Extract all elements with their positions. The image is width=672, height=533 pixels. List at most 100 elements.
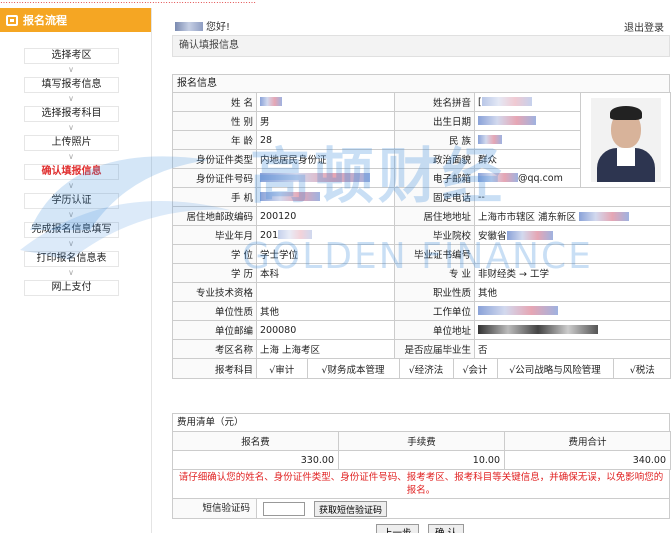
job-label: 职业性质 [394,282,475,302]
greeting-text: 您好! [206,22,231,33]
political-label: 政治面貌 [394,149,475,169]
table-row: 报考科目 √审计 √财务成本管理 √经济法 √会计 √公司战略与风险管理 √税法 [172,358,671,379]
table-row: 专业技术资格 职业性质 其他 [172,282,671,302]
step-select-subject[interactable]: 选择报考科目 [24,106,119,122]
age-value: 28 [256,130,395,150]
step-education-verify[interactable]: 学历认证 [24,193,119,209]
nation-label: 民 族 [394,130,475,150]
sidebar-title: 报名流程 [23,14,67,27]
unittype-label: 单位性质 [172,301,257,321]
step-confirm-info[interactable]: 确认填报信息 [24,164,119,180]
fee-value-registration: 330.00 [172,450,339,470]
step-print-form[interactable]: 打印报名信息表 [24,251,119,267]
applicant-photo [590,98,661,182]
addr-label: 居住地地址 [394,206,475,226]
sms-label: 短信验证码 [173,499,257,518]
nation-value [474,130,581,150]
degreeno-value [474,244,671,264]
birth-label: 出生日期 [394,111,475,131]
get-sms-code-button[interactable]: 获取短信验证码 [314,501,388,517]
table-row: 330.00 10.00 340.00 [172,450,671,470]
table-row: 学 位 学士学位 毕业证书编号 [172,244,671,264]
edu-label: 学 历 [172,263,257,283]
top-notice-text: …………………………………………………………………………………… [0,0,256,5]
course-item: √会计 [452,359,498,378]
addr-value: 上海市市辖区 浦东新区 [474,206,671,226]
table-row: 手 机 固定电话 -- [172,187,671,207]
flow-icon [6,14,18,26]
step-arrow-icon: ∨ [68,268,74,277]
step-arrow-icon: ∨ [68,65,74,74]
fee-header-service: 手续费 [338,431,505,451]
unitzip-value: 200080 [256,320,395,340]
area-label: 考区名称 [172,339,257,359]
tel-value: -- [474,187,671,207]
grad-label: 是否应届毕业生 [394,339,475,359]
course-item: √公司战略与风险管理 [496,359,614,378]
confirm-button[interactable]: 确 认 [428,524,465,533]
step-arrow-icon: ∨ [68,152,74,161]
birth-value [474,111,581,131]
step-arrow-icon: ∨ [68,210,74,219]
step-arrow-icon: ∨ [68,239,74,248]
zip-label: 居住地邮政编码 [172,206,257,226]
fee-table: 报名费 手续费 费用合计 330.00 10.00 340.00 [172,431,671,470]
step-select-area[interactable]: 选择考区 [24,48,119,64]
phone-value [256,187,395,207]
step-arrow-icon: ∨ [68,94,74,103]
gender-value: 男 [256,111,395,131]
fee-value-service: 10.00 [338,450,505,470]
edu-value: 本科 [256,263,395,283]
fee-header-registration: 报名费 [172,431,339,451]
table-row: 学 历 本科 专 业 非财经类 → 工学 [172,263,671,283]
main-content: 您好! 退出登录 确认填报信息 报名信息 姓 名 姓名拼音 [ 性 别 男 出生… [170,8,672,533]
school-label: 毕业院校 [394,225,475,245]
gradyear-value: 201 [256,225,395,245]
sms-row: 短信验证码 获取短信验证码 [172,499,670,519]
pinyin-label: 姓名拼音 [394,92,475,112]
action-buttons: 上一步 确 认 [170,519,672,533]
page-title: 确认填报信息 [172,35,670,57]
step-arrow-icon: ∨ [68,123,74,132]
courses-label: 报考科目 [172,358,257,379]
info-table: 姓 名 姓名拼音 [ 性 别 男 出生日期 年 龄 28 民 族 身份证件类型 … [172,92,671,379]
school-value: 安徽省 [474,225,671,245]
title-label: 专业技术资格 [172,282,257,302]
degree-value: 学士学位 [256,244,395,264]
title-value [256,282,395,302]
idtype-value: 内地居民身份证 [256,149,395,169]
user-name-blurred [175,22,203,31]
gradyear-label: 毕业年月 [172,225,257,245]
unit-label: 工作单位 [394,301,475,321]
sidebar-header: 报名流程 [0,8,151,32]
sms-code-input[interactable] [263,502,305,516]
idtype-label: 身份证件类型 [172,149,257,169]
degree-label: 学 位 [172,244,257,264]
section-title: 报名信息 [172,74,670,92]
name-value [256,92,395,112]
course-item: √税法 [612,359,670,378]
photo-cell [580,92,671,188]
step-online-pay[interactable]: 网上支付 [24,280,119,296]
pinyin-value: [ [474,92,581,112]
idno-label: 身份证件号码 [172,168,257,188]
table-row: 考区名称 上海 上海考区 是否应届毕业生 否 [172,339,671,359]
unitzip-label: 单位邮编 [172,320,257,340]
step-upload-photo[interactable]: 上传照片 [24,135,119,151]
greeting: 您好! [175,18,230,33]
unit-value [474,301,671,321]
step-fill-info[interactable]: 填写报考信息 [24,77,119,93]
courses-table: √审计 √财务成本管理 √经济法 √会计 √公司战略与风险管理 √税法 [257,359,670,378]
courses-cell: √审计 √财务成本管理 √经济法 √会计 √公司战略与风险管理 √税法 [256,358,671,379]
table-row: 单位性质 其他 工作单位 [172,301,671,321]
step-complete-info[interactable]: 完成报名信息填写 [24,222,119,238]
course-item: √审计 [257,359,308,378]
unittype-value: 其他 [256,301,395,321]
fee-title: 费用清单（元） [172,413,670,431]
table-row: 毕业年月 201 毕业院校 安徽省 [172,225,671,245]
prev-button[interactable]: 上一步 [376,524,419,533]
fee-header-total: 费用合计 [504,431,671,451]
sidebar: 报名流程 选择考区 ∨ 填写报考信息 ∨ 选择报考科目 ∨ 上传照片 ∨ 确认填… [0,8,152,533]
logout-link[interactable]: 退出登录 [624,19,664,34]
table-row: 姓 名 姓名拼音 [ [172,92,671,188]
